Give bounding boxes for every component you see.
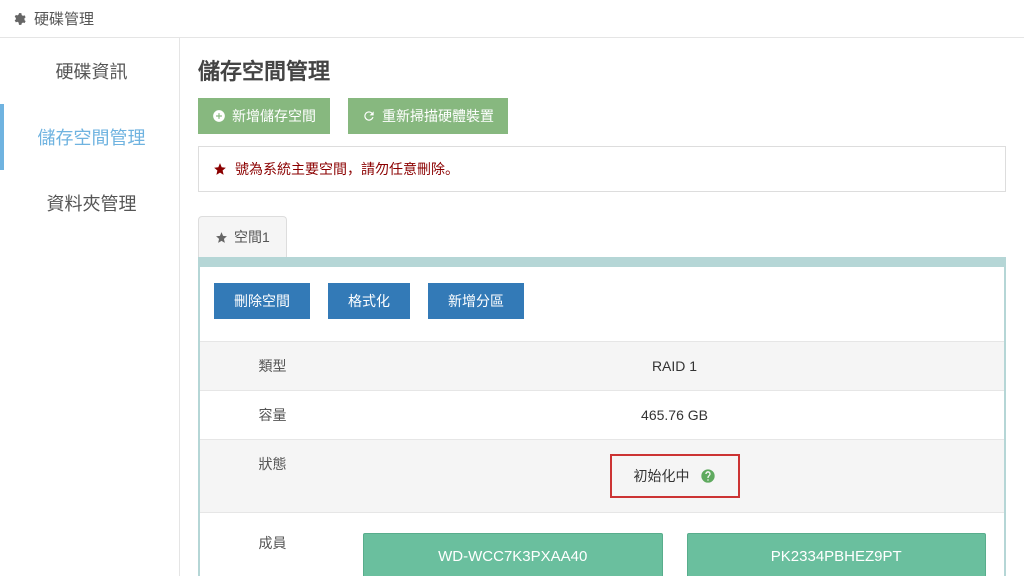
members-cell: WD-WCC7K3PXAA40 PK2334PBHEZ9PT xyxy=(345,513,1004,576)
row-type: 類型 RAID 1 xyxy=(200,341,1004,390)
storage-actions: 刪除空間 格式化 新增分區 xyxy=(200,267,1004,341)
plus-icon xyxy=(212,109,226,123)
page-title: 儲存空間管理 xyxy=(198,54,1006,86)
rescan-label: 重新掃描硬體裝置 xyxy=(382,106,494,126)
sidebar-item-storage-mgmt[interactable]: 儲存空間管理 xyxy=(0,104,179,170)
row-status: 狀態 初始化中 xyxy=(200,439,1004,512)
topbar: 硬碟管理 xyxy=(0,0,1024,38)
tab-bar: 空間1 xyxy=(198,216,1006,257)
capacity-label: 容量 xyxy=(200,391,345,439)
gear-icon xyxy=(12,12,26,26)
note-text: 號為系統主要空間，請勿任意刪除。 xyxy=(235,159,459,179)
status-highlight-box: 初始化中 xyxy=(610,454,740,498)
topbar-title: 硬碟管理 xyxy=(34,8,94,29)
member-disk-2[interactable]: PK2334PBHEZ9PT xyxy=(687,533,987,576)
tab-label: 空間1 xyxy=(234,227,270,247)
add-storage-button[interactable]: 新增儲存空間 xyxy=(198,98,330,134)
warning-note: 號為系統主要空間，請勿任意刪除。 xyxy=(198,146,1006,192)
refresh-icon xyxy=(362,109,376,123)
status-value-cell: 初始化中 xyxy=(345,440,1004,512)
sidebar-item-disk-info[interactable]: 硬碟資訊 xyxy=(0,38,179,104)
status-label: 狀態 xyxy=(200,440,345,512)
rescan-button[interactable]: 重新掃描硬體裝置 xyxy=(348,98,508,134)
type-label: 類型 xyxy=(200,342,345,390)
sidebar: 硬碟資訊 儲存空間管理 資料夾管理 xyxy=(0,38,180,576)
status-text: 初始化中 xyxy=(634,466,690,486)
toolbar: 新增儲存空間 重新掃描硬體裝置 xyxy=(198,98,1006,134)
type-value: RAID 1 xyxy=(345,342,1004,390)
main-content: 儲存空間管理 新增儲存空間 重新掃描硬體裝置 號為系統主要空間，請勿任意刪除。 … xyxy=(180,38,1024,576)
new-partition-button[interactable]: 新增分區 xyxy=(428,283,524,319)
add-storage-label: 新增儲存空間 xyxy=(232,106,316,126)
sidebar-item-folder-mgmt[interactable]: 資料夾管理 xyxy=(0,170,179,236)
capacity-value: 465.76 GB xyxy=(345,391,1004,439)
member-disk-1[interactable]: WD-WCC7K3PXAA40 xyxy=(363,533,663,576)
format-button[interactable]: 格式化 xyxy=(328,283,410,319)
storage-panel: 刪除空間 格式化 新增分區 類型 RAID 1 容量 465.76 GB 狀態 xyxy=(198,257,1006,576)
help-icon[interactable] xyxy=(700,468,716,484)
row-capacity: 容量 465.76 GB xyxy=(200,390,1004,439)
row-members: 成員 WD-WCC7K3PXAA40 PK2334PBHEZ9PT xyxy=(200,512,1004,576)
delete-space-button[interactable]: 刪除空間 xyxy=(214,283,310,319)
members-label: 成員 xyxy=(200,513,345,576)
star-icon xyxy=(215,231,228,244)
tab-space-1[interactable]: 空間1 xyxy=(198,216,287,257)
star-icon xyxy=(213,162,227,176)
info-table: 類型 RAID 1 容量 465.76 GB 狀態 初始化中 xyxy=(200,341,1004,576)
